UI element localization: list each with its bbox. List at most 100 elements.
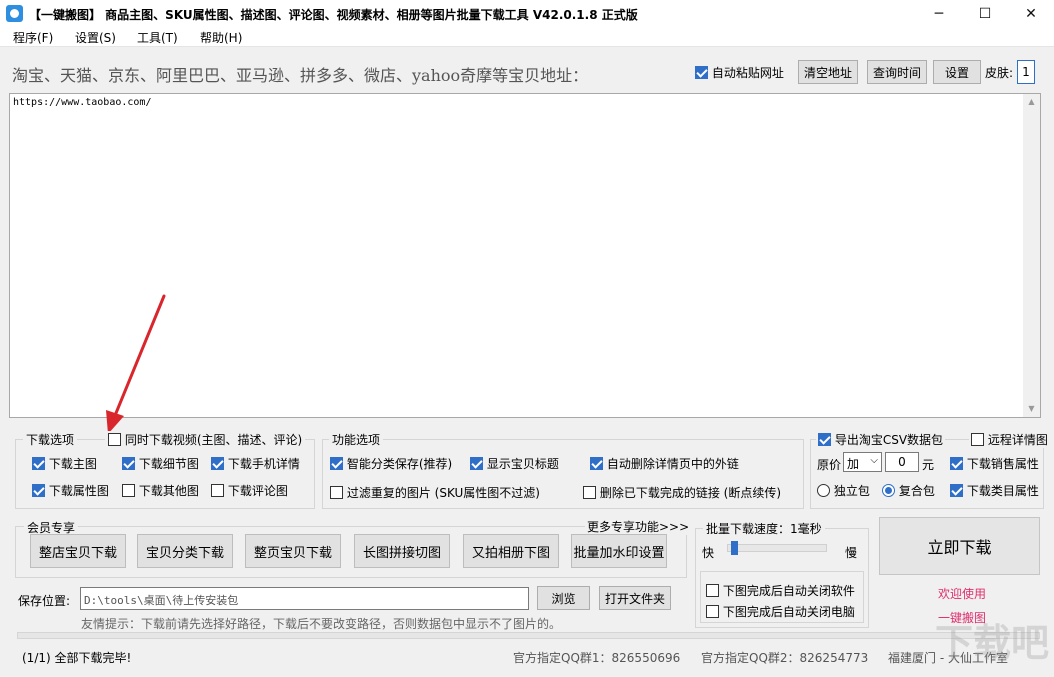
menu-tools[interactable]: 工具(T): [137, 29, 178, 46]
category-download-button[interactable]: 宝贝分类下载: [137, 534, 233, 568]
long-image-stitch-button[interactable]: 长图拼接切图: [354, 534, 450, 568]
download-options-title: 下载选项: [23, 431, 78, 448]
scroll-up-icon[interactable]: ▲: [1023, 97, 1040, 106]
price-label: 原价: [817, 458, 842, 472]
checkbox-checked-icon: [950, 484, 963, 497]
minimize-icon[interactable]: ─: [916, 0, 962, 27]
menu-bar: 程序(F) 设置(S) 工具(T) 帮助(H): [0, 27, 1054, 47]
checkbox-unchecked-icon: [330, 486, 343, 499]
speed-title: 批量下载速度：1毫秒: [703, 520, 825, 537]
show-title-checkbox[interactable]: 显示宝贝标题: [470, 455, 559, 472]
chevron-down-icon: ⌵: [870, 455, 878, 466]
download-now-button[interactable]: 立即下载: [879, 517, 1040, 575]
download-attr-image-checkbox[interactable]: 下载属性图: [32, 482, 109, 499]
radio-selected-icon: [882, 484, 895, 497]
smart-save-checkbox[interactable]: 智能分类保存(推荐): [330, 455, 452, 472]
scroll-down-icon[interactable]: ▼: [1023, 404, 1040, 413]
checkbox-checked-icon: [695, 66, 708, 79]
url-text: https://www.taobao.com/: [13, 97, 152, 108]
query-time-button[interactable]: 查询时间: [867, 60, 927, 84]
save-location-label: 保存位置:: [18, 594, 71, 608]
qq-group-2: 官方指定QQ群2：826254773: [701, 649, 868, 666]
upai-album-download-button[interactable]: 又拍相册下图: [463, 534, 559, 568]
checkbox-unchecked-icon: [583, 486, 596, 499]
auto-shutdown-checkbox[interactable]: 下图完成后自动关闭电脑: [706, 603, 855, 620]
checkbox-checked-icon: [122, 457, 135, 470]
auto-paste-checkbox[interactable]: 自动粘贴网址: [695, 64, 784, 81]
download-video-checkbox[interactable]: 同时下载视频(主图、描述、评论): [105, 431, 306, 448]
checkbox-checked-icon: [470, 457, 483, 470]
menu-help[interactable]: 帮助(H): [200, 29, 242, 46]
speed-slow-label: 慢: [845, 546, 858, 560]
qq-group-1: 官方指定QQ群1：826550696: [513, 649, 680, 666]
clear-address-button[interactable]: 清空地址: [798, 60, 858, 84]
qq-group-1-label: 官方指定QQ群1：: [513, 651, 612, 665]
close-icon[interactable]: ✕: [1008, 0, 1054, 27]
sales-attr-checkbox[interactable]: 下载销售属性: [950, 455, 1039, 472]
auto-close-app-checkbox[interactable]: 下图完成后自动关闭软件: [706, 582, 855, 599]
download-mobile-detail-checkbox[interactable]: 下载手机详情: [211, 455, 300, 472]
single-package-radio[interactable]: 独立包: [817, 482, 870, 499]
price-unit-label: 元: [922, 458, 935, 472]
checkbox-checked-icon: [590, 457, 603, 470]
combined-package-radio[interactable]: 复合包: [882, 482, 935, 499]
function-options-title: 功能选项: [329, 431, 384, 448]
app-logo-icon: [6, 5, 23, 22]
checkbox-unchecked-icon: [211, 484, 224, 497]
status-progress-text: (1/1) 全部下载完毕!: [22, 651, 132, 665]
checkbox-checked-icon: [818, 433, 831, 446]
maximize-icon[interactable]: ☐: [962, 0, 1008, 27]
batch-watermark-button[interactable]: 批量加水印设置: [571, 534, 667, 568]
speed-slider-thumb[interactable]: [731, 541, 738, 555]
auto-paste-label: 自动粘贴网址: [711, 66, 784, 80]
download-detail-image-checkbox[interactable]: 下载细节图: [122, 455, 199, 472]
whole-page-download-button[interactable]: 整页宝贝下载: [245, 534, 341, 568]
price-operator-value: 加: [847, 457, 860, 471]
checkbox-unchecked-icon: [122, 484, 135, 497]
filter-duplicate-checkbox[interactable]: 过滤重复的图片 (SKU属性图不过滤): [330, 484, 540, 501]
welcome-text: 欢迎使用: [938, 587, 987, 601]
qq-group-1-number: 826550696: [611, 651, 681, 665]
remote-detail-checkbox[interactable]: 远程详情图: [969, 431, 1050, 448]
download-main-image-checkbox[interactable]: 下载主图: [32, 455, 97, 472]
delete-done-links-checkbox[interactable]: 删除已下载完成的链接 (断点续传): [583, 484, 781, 501]
vertical-scrollbar[interactable]: ▲ ▼: [1023, 94, 1040, 417]
open-folder-button[interactable]: 打开文件夹: [599, 586, 671, 610]
checkbox-unchecked-icon: [108, 433, 121, 446]
price-operator-select[interactable]: 加 ⌵: [843, 452, 882, 472]
checkbox-checked-icon: [211, 457, 224, 470]
qq-group-2-number: 826254773: [799, 651, 869, 665]
menu-settings[interactable]: 设置(S): [75, 29, 116, 46]
download-review-image-checkbox[interactable]: 下载评论图: [211, 482, 288, 499]
browse-button[interactable]: 浏览: [537, 586, 590, 610]
download-video-label: 同时下载视频(主图、描述、评论): [124, 433, 303, 447]
settings-button[interactable]: 设置: [933, 60, 981, 84]
progress-bar: [17, 632, 1040, 639]
save-path-input[interactable]: D:\tools\桌面\待上传安装包: [80, 587, 529, 610]
speed-slider[interactable]: [727, 541, 827, 555]
save-tip-text: 友情提示：下载前请先选择好路径，下载后不要改变路径，否则数据包中显示不了图片的。: [81, 617, 562, 631]
window-title: 【一键搬图】 商品主图、SKU属性图、描述图、评论图、视频素材、相册等图片批量下…: [29, 8, 638, 22]
checkbox-checked-icon: [330, 457, 343, 470]
checkbox-unchecked-icon: [706, 605, 719, 618]
menu-program[interactable]: 程序(F): [13, 29, 53, 46]
radio-unselected-icon: [817, 484, 830, 497]
address-label: 淘宝、天猫、京东、阿里巴巴、亚马逊、拼多多、微店、yahoo奇摩等宝贝地址：: [12, 66, 589, 85]
title-bar: 【一键搬图】 商品主图、SKU属性图、描述图、评论图、视频素材、相册等图片批量下…: [0, 0, 1054, 27]
watermark-logo: 下载吧: [935, 621, 1050, 665]
category-attr-checkbox[interactable]: 下载类目属性: [950, 482, 1039, 499]
speed-fast-label: 快: [702, 546, 715, 560]
whole-shop-download-button[interactable]: 整店宝贝下载: [30, 534, 126, 568]
checkbox-checked-icon: [32, 457, 45, 470]
skin-input[interactable]: 1: [1017, 60, 1035, 84]
checkbox-checked-icon: [32, 484, 45, 497]
checkbox-unchecked-icon: [706, 584, 719, 597]
more-member-features-link[interactable]: 更多专享功能>>>: [585, 518, 692, 535]
download-other-image-checkbox[interactable]: 下载其他图: [122, 482, 199, 499]
annotation-arrow-icon: [106, 294, 166, 434]
skin-label: 皮肤:: [985, 66, 1014, 80]
export-csv-checkbox[interactable]: 导出淘宝CSV数据包: [816, 431, 946, 448]
auto-delete-links-checkbox[interactable]: 自动删除详情页中的外链: [590, 455, 739, 472]
price-value-input[interactable]: 0: [885, 452, 919, 472]
qq-group-2-label: 官方指定QQ群2：: [701, 651, 800, 665]
